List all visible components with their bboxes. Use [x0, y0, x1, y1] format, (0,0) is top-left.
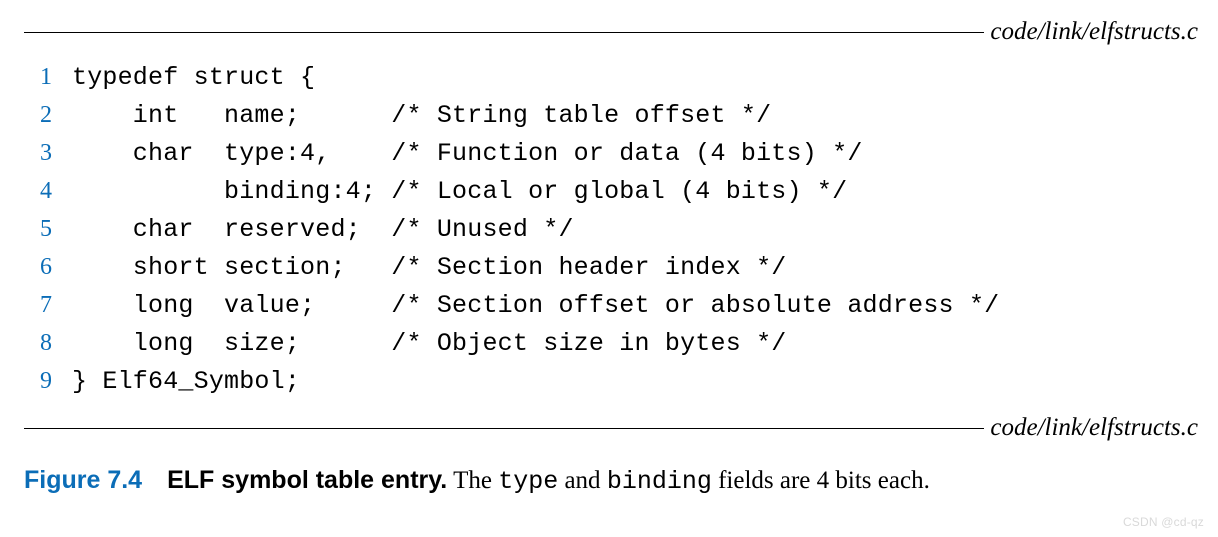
- file-path-top: code/link/elfstructs.c: [984, 18, 1198, 46]
- code-text: short section; /* Section header index *…: [56, 255, 787, 280]
- code-line: 5 char reserved; /* Unused */: [0, 210, 1218, 248]
- code-text: char type:4, /* Function or data (4 bits…: [56, 141, 863, 166]
- figure-desc-mid: and: [558, 467, 607, 494]
- figure-desc-post: fields are 4 bits each.: [712, 467, 930, 494]
- inline-code-binding: binding: [607, 467, 712, 496]
- bottom-rule: [24, 428, 984, 429]
- watermark: CSDN @cd-qz: [1123, 515, 1204, 529]
- figure-title: ELF symbol table entry.: [167, 466, 447, 494]
- top-rule-row: code/link/elfstructs.c: [0, 18, 1218, 46]
- code-line: 8 long size; /* Object size in bytes */: [0, 324, 1218, 362]
- line-number: 6: [0, 255, 56, 279]
- code-line: 4 binding:4; /* Local or global (4 bits)…: [0, 172, 1218, 210]
- code-text: } Elf64_Symbol;: [56, 369, 300, 394]
- line-number: 1: [0, 65, 56, 89]
- line-number: 4: [0, 179, 56, 203]
- code-line: 9 } Elf64_Symbol;: [0, 362, 1218, 400]
- top-rule: [24, 32, 984, 33]
- line-number: 5: [0, 217, 56, 241]
- line-number: 3: [0, 141, 56, 165]
- code-line: 1 typedef struct {: [0, 58, 1218, 96]
- figure-desc-pre: The: [453, 467, 498, 494]
- line-number: 9: [0, 369, 56, 393]
- code-text: char reserved; /* Unused */: [56, 217, 574, 242]
- line-number: 2: [0, 103, 56, 127]
- code-text: long size; /* Object size in bytes */: [56, 331, 787, 356]
- code-line: 6 short section; /* Section header index…: [0, 248, 1218, 286]
- bottom-rule-row: code/link/elfstructs.c: [0, 414, 1218, 442]
- code-listing: 1 typedef struct { 2 int name; /* String…: [0, 58, 1218, 400]
- code-text: typedef struct {: [56, 65, 315, 90]
- code-line: 3 char type:4, /* Function or data (4 bi…: [0, 134, 1218, 172]
- code-text: binding:4; /* Local or global (4 bits) *…: [56, 179, 847, 204]
- code-text: int name; /* String table offset */: [56, 103, 771, 128]
- file-path-bottom: code/link/elfstructs.c: [984, 414, 1198, 442]
- inline-code-type: type: [498, 467, 558, 496]
- figure-number: Figure 7.4: [24, 466, 142, 494]
- code-line: 7 long value; /* Section offset or absol…: [0, 286, 1218, 324]
- line-number: 7: [0, 293, 56, 317]
- figure-caption: Figure 7.4 ELF symbol table entry. The t…: [0, 464, 1218, 499]
- code-text: long value; /* Section offset or absolut…: [56, 293, 999, 318]
- line-number: 8: [0, 331, 56, 355]
- code-line: 2 int name; /* String table offset */: [0, 96, 1218, 134]
